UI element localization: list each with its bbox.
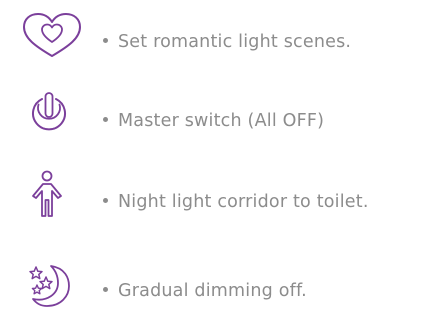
feature-item-romantic-scenes: Set romantic light scenes.: [0, 10, 439, 70]
bullet-icon: [103, 286, 108, 292]
person-walking-icon: [27, 170, 67, 218]
heart-icon: [21, 12, 83, 60]
feature-label: Gradual dimming off.: [103, 281, 307, 301]
feature-label: Set romantic light scenes.: [103, 32, 351, 52]
feature-item-night-light-corridor: Night light corridor to toilet.: [0, 170, 439, 230]
bullet-icon: [103, 37, 108, 43]
feature-item-master-switch: Master switch (All OFF): [0, 89, 439, 149]
moon-stars-icon: [25, 264, 71, 308]
feature-item-gradual-dimming: Gradual dimming off.: [0, 262, 439, 322]
feature-label: Night light corridor to toilet.: [103, 192, 369, 212]
power-icon: [29, 91, 69, 137]
bullet-icon: [103, 197, 108, 203]
bullet-icon: [103, 116, 108, 122]
feature-list: Set romantic light scenes. Master switch…: [0, 0, 439, 327]
feature-label: Master switch (All OFF): [103, 111, 324, 131]
